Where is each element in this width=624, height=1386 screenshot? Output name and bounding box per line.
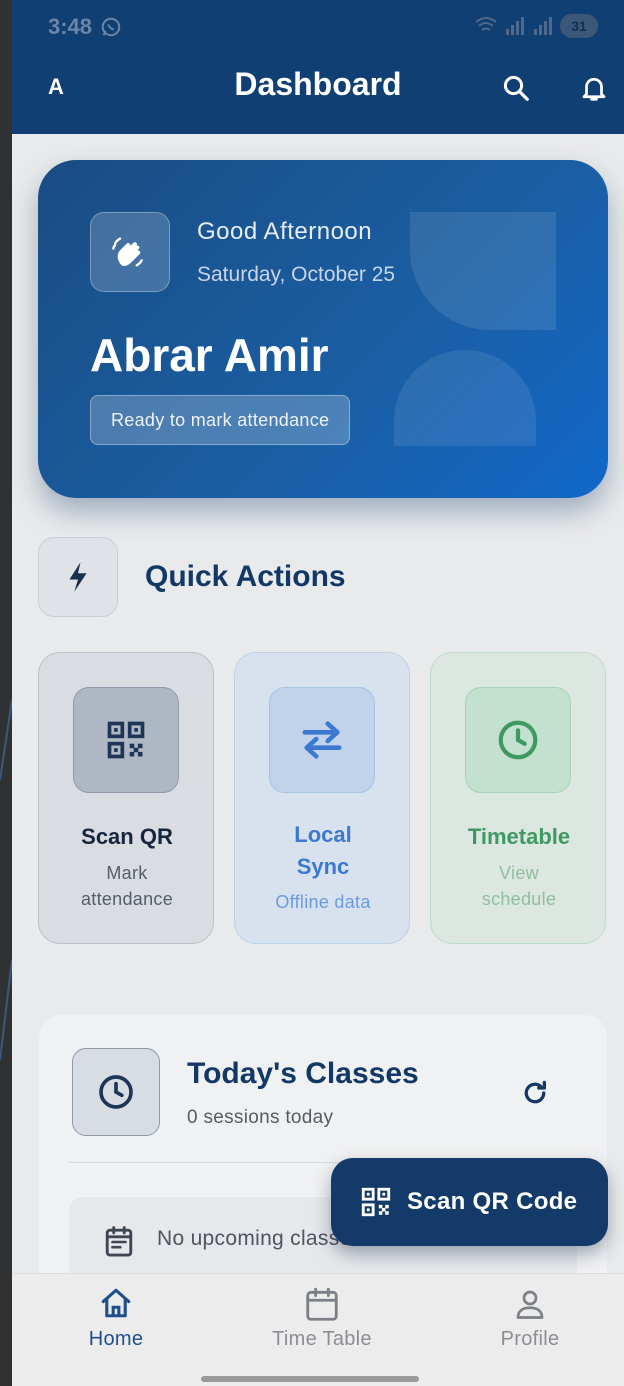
scan-qr-subtitle: Mark [106, 863, 148, 883]
gesture-bar[interactable] [201, 1376, 419, 1382]
timetable-subtitle: schedule [481, 889, 557, 909]
status-time: 3:48 [48, 14, 93, 39]
notifications-button[interactable] [576, 70, 612, 106]
scan-qr-action[interactable]: Scan QR Mark attendance [38, 652, 214, 944]
scan-qr-subtitle: attendance [80, 889, 174, 909]
battery-indicator: 31 [560, 14, 598, 38]
signal-icon [506, 17, 524, 35]
swap-icon [302, 721, 342, 759]
section-title: Quick Actions [145, 560, 346, 593]
home-icon [101, 1288, 131, 1318]
scan-qr-icon-box [73, 687, 179, 793]
bolt-icon [69, 562, 87, 592]
timetable-title: Timetable [467, 824, 571, 849]
clock-icon [498, 720, 538, 760]
app-bar: 3:48 31 A Dashboard [12, 0, 624, 134]
timetable-subtitle: View [499, 863, 539, 883]
classes-icon-box [72, 1048, 160, 1136]
wifi-icon [475, 17, 497, 31]
timetable-action[interactable]: Timetable View schedule [430, 652, 606, 944]
nav-home-label: Home [88, 1328, 144, 1350]
refresh-button[interactable] [517, 1075, 553, 1111]
local-sync-icon-box [269, 687, 375, 793]
local-sync-title: Sync [296, 854, 350, 879]
qr-icon [107, 721, 145, 759]
search-icon [503, 75, 529, 101]
greeting-card: Good Afternoon Saturday, October 25 Abra… [38, 160, 608, 498]
bottom-navigation: Home Time Table Profile [12, 1273, 624, 1386]
app-screen: 3:48 31 A Dashboard Good Afternoon Satur… [12, 0, 624, 1386]
nav-home[interactable]: Home [46, 1286, 186, 1351]
clock-icon [99, 1075, 133, 1109]
status-badge: Ready to mark attendance [90, 395, 351, 445]
scan-qr-title: Scan QR [81, 824, 173, 849]
date-text: Saturday, October 25 [197, 263, 396, 286]
decorative-shape [410, 212, 556, 330]
qr-icon [361, 1187, 391, 1217]
calendar-icon [105, 1226, 133, 1257]
nav-timetable-label: Time Table [272, 1328, 372, 1350]
person-icon [516, 1290, 544, 1319]
bell-icon [582, 77, 606, 101]
local-sync-subtitle: Offline data [275, 892, 371, 912]
local-sync-title: Local [294, 822, 352, 847]
nav-timetable[interactable]: Time Table [252, 1286, 392, 1351]
local-sync-action[interactable]: Local Sync Offline data [234, 652, 410, 944]
scan-qr-fab[interactable]: Scan QR Code [331, 1158, 608, 1246]
signal-icon-2 [534, 17, 552, 35]
search-button[interactable] [498, 70, 534, 106]
quick-actions-icon-box [38, 537, 118, 617]
user-name: Abrar Amir [90, 329, 329, 381]
wave-icon-box [90, 212, 170, 292]
greeting-text: Good Afternoon [197, 218, 373, 245]
classes-title: Today's Classes [187, 1057, 419, 1090]
whatsapp-icon [101, 17, 121, 37]
refresh-icon [524, 1080, 546, 1104]
timetable-icon-box [465, 687, 571, 793]
nav-profile-label: Profile [500, 1328, 560, 1350]
waving-hand-icon [112, 237, 143, 267]
fab-label: Scan QR Code [407, 1188, 578, 1215]
status-bar-left: 3:48 [48, 14, 122, 40]
sessions-count: 0 sessions today [187, 1107, 334, 1128]
decorative-shape [394, 350, 536, 446]
nav-profile[interactable]: Profile [460, 1286, 600, 1351]
status-bar-right: 31 [474, 14, 598, 38]
device-frame-left [0, 0, 12, 1386]
frame-decoration [0, 700, 12, 1061]
calendar-icon [306, 1287, 338, 1321]
